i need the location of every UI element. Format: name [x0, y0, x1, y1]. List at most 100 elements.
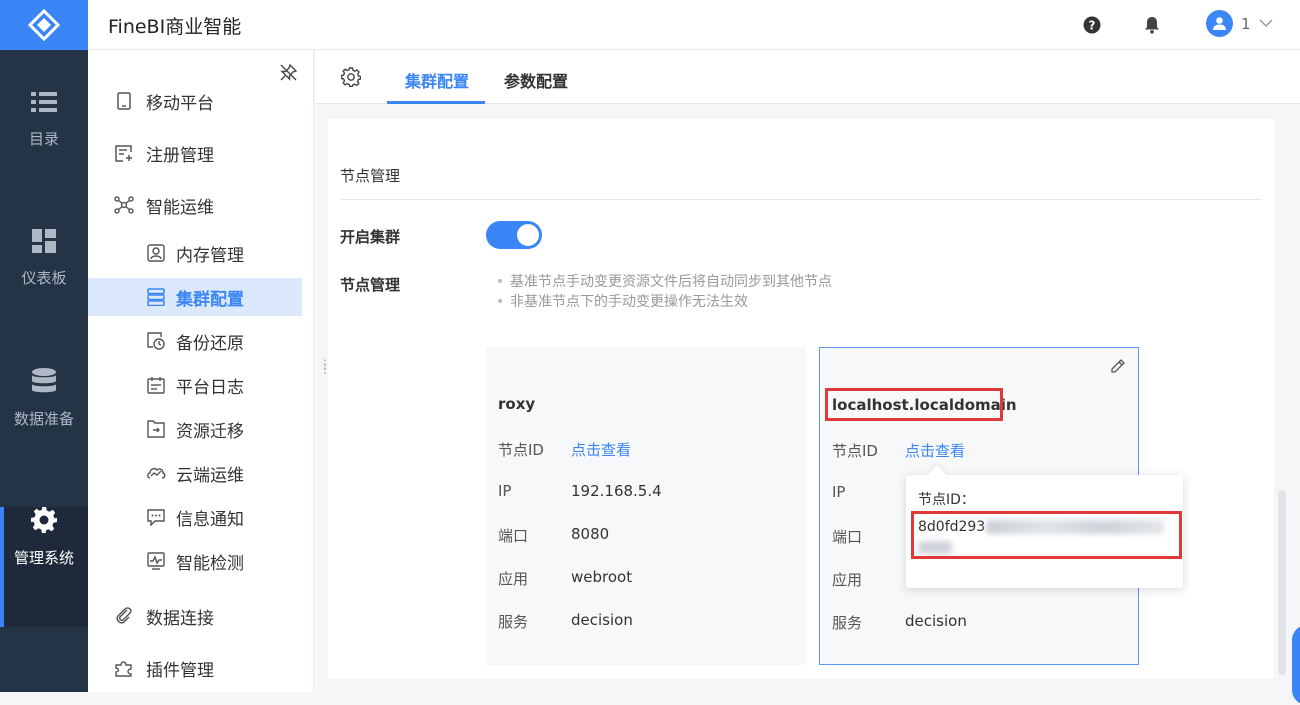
cluster-icon [146, 287, 166, 307]
node-row-ip: IP 192.168.5.4 [498, 482, 662, 500]
toggle-knob [517, 224, 539, 246]
submenu-label: 移动平台 [146, 93, 214, 114]
node-row-key: 端口 [832, 528, 863, 546]
user-menu[interactable]: 1 [1206, 10, 1273, 37]
scrollbar[interactable] [1278, 490, 1286, 675]
list-icon [31, 92, 57, 112]
submenu-item-smart-ops[interactable]: 智能运维 [88, 186, 302, 224]
floating-assistant-button[interactable] [1292, 625, 1300, 705]
node-row-key: 应用 [832, 571, 863, 589]
node-row-service: 服务 decision [498, 611, 633, 632]
database-icon [32, 368, 56, 393]
submenu-item-memory[interactable]: 内存管理 [88, 234, 302, 272]
submenu-label: 内存管理 [176, 245, 244, 266]
log-icon [146, 375, 166, 395]
gear-icon [31, 507, 57, 533]
monitor-icon [146, 551, 166, 571]
submenu-item-cluster[interactable]: 集群配置 [88, 278, 302, 316]
backup-icon [146, 331, 166, 351]
submenu-item-logs[interactable]: 平台日志 [88, 366, 302, 404]
dashboard-icon [32, 229, 56, 253]
node-row-key: IP [832, 483, 846, 501]
submenu-label: 插件管理 [146, 660, 214, 681]
node-row-ip: IP [832, 483, 905, 501]
highlight-box [911, 511, 1182, 559]
node-row-value: decision [571, 611, 633, 629]
submenu-item-notify[interactable]: 信息通知 [88, 498, 302, 536]
cluster-toggle-label: 开启集群 [340, 228, 401, 246]
popover-title: 节点ID： [918, 492, 975, 508]
cluster-toggle[interactable] [486, 221, 542, 249]
hint-list: 基准节点手动变更资源文件后将自动同步到其他节点 非基准节点下的手动变更操作无法生… [496, 272, 832, 312]
main-rail: 目录 仪表板 数据准备 管理系统 [0, 50, 88, 692]
node-row-value: 192.168.5.4 [571, 482, 662, 500]
content-spacer [328, 104, 1274, 119]
node-name: roxy [498, 395, 536, 413]
node-row-id: 节点ID 点击查看 [832, 440, 965, 461]
cloud-ops-icon [146, 463, 166, 483]
logo-icon [27, 8, 61, 42]
admin-submenu: 移动平台 注册管理 智能运维 内存管理 集群配置 备份还原 平台日志 资源迁移 … [88, 50, 314, 692]
submenu-item-detect[interactable]: 智能检测 [88, 542, 302, 580]
chevron-down-icon [1259, 19, 1273, 28]
section-title: 节点管理 [340, 167, 401, 185]
app-title: FineBI商业智能 [108, 16, 242, 38]
top-bar: FineBI商业智能 ? 1 [0, 0, 1300, 50]
rail-item-catalog[interactable]: 目录 [0, 90, 88, 210]
avatar [1206, 10, 1233, 37]
tab-param-config[interactable]: 参数配置 [504, 68, 568, 104]
submenu-item-plugins[interactable]: 插件管理 [88, 649, 302, 687]
rail-item-data-prep[interactable]: 数据准备 [0, 368, 88, 488]
tab-bar: 集群配置 参数配置 [315, 50, 1300, 104]
submenu-label: 平台日志 [176, 377, 244, 398]
help-icon[interactable]: ? [1081, 14, 1103, 36]
rail-label: 数据准备 [13, 410, 74, 428]
node-row-id: 节点ID 点击查看 [498, 439, 631, 460]
bell-icon[interactable] [1141, 14, 1163, 36]
highlight-box [825, 388, 1003, 421]
node-row-key: 节点ID [498, 441, 544, 459]
submenu-item-mobile[interactable]: 移动平台 [88, 82, 302, 120]
cluster-config-panel: 节点管理 开启集群 节点管理 基准节点手动变更资源文件后将自动同步到其他节点 非… [328, 119, 1274, 679]
hint-item: 非基准节点下的手动变更操作无法生效 [496, 292, 832, 312]
migrate-icon [146, 419, 166, 439]
node-row-port: 端口 [832, 526, 905, 547]
view-node-id-link[interactable]: 点击查看 [571, 439, 631, 460]
user-name: 1 [1241, 14, 1251, 33]
node-row-service: 服务 decision [832, 612, 967, 633]
submenu-label: 资源迁移 [176, 421, 244, 442]
node-row-key: 端口 [498, 527, 529, 545]
hint-item: 基准节点手动变更资源文件后将自动同步到其他节点 [496, 272, 832, 292]
app-logo[interactable] [0, 0, 88, 50]
rail-label: 仪表板 [21, 269, 67, 287]
node-row-port: 端口 8080 [498, 525, 609, 546]
node-row-value: 8080 [571, 525, 610, 543]
mobile-icon [114, 91, 134, 111]
svg-text:?: ? [1089, 19, 1096, 33]
node-id-popover: 节点ID： 8d0fd293 [906, 465, 1183, 588]
node-row-value: webroot [571, 568, 633, 586]
edit-icon[interactable] [1110, 358, 1126, 378]
submenu-item-migrate[interactable]: 资源迁移 [88, 410, 302, 448]
rail-label: 目录 [28, 130, 59, 148]
submenu-item-cloud-ops[interactable]: 云端运维 [88, 454, 302, 492]
submenu-label: 信息通知 [176, 509, 244, 530]
node-row-key: 服务 [832, 614, 863, 632]
submenu-item-data-connection[interactable]: 数据连接 [88, 597, 302, 635]
rail-item-dashboard[interactable]: 仪表板 [0, 229, 88, 349]
node-row-key: IP [498, 482, 512, 500]
rail-item-admin[interactable]: 管理系统 [0, 507, 88, 627]
submenu-item-backup[interactable]: 备份还原 [88, 322, 302, 360]
register-icon [114, 143, 134, 163]
submenu-label: 智能运维 [146, 197, 214, 218]
tab-cluster-config[interactable]: 集群配置 [387, 68, 485, 104]
submenu-label: 云端运维 [176, 465, 244, 486]
network-icon [114, 195, 134, 215]
view-node-id-link[interactable]: 点击查看 [905, 440, 965, 461]
node-row-value: decision [905, 612, 967, 630]
node-row-key: 服务 [498, 613, 529, 631]
settings-gear-icon[interactable] [340, 67, 362, 91]
submenu-item-register[interactable]: 注册管理 [88, 134, 302, 172]
memory-icon [146, 243, 166, 263]
node-card[interactable]: roxy 节点ID 点击查看 IP 192.168.5.4 端口 8080 应用… [486, 347, 806, 665]
